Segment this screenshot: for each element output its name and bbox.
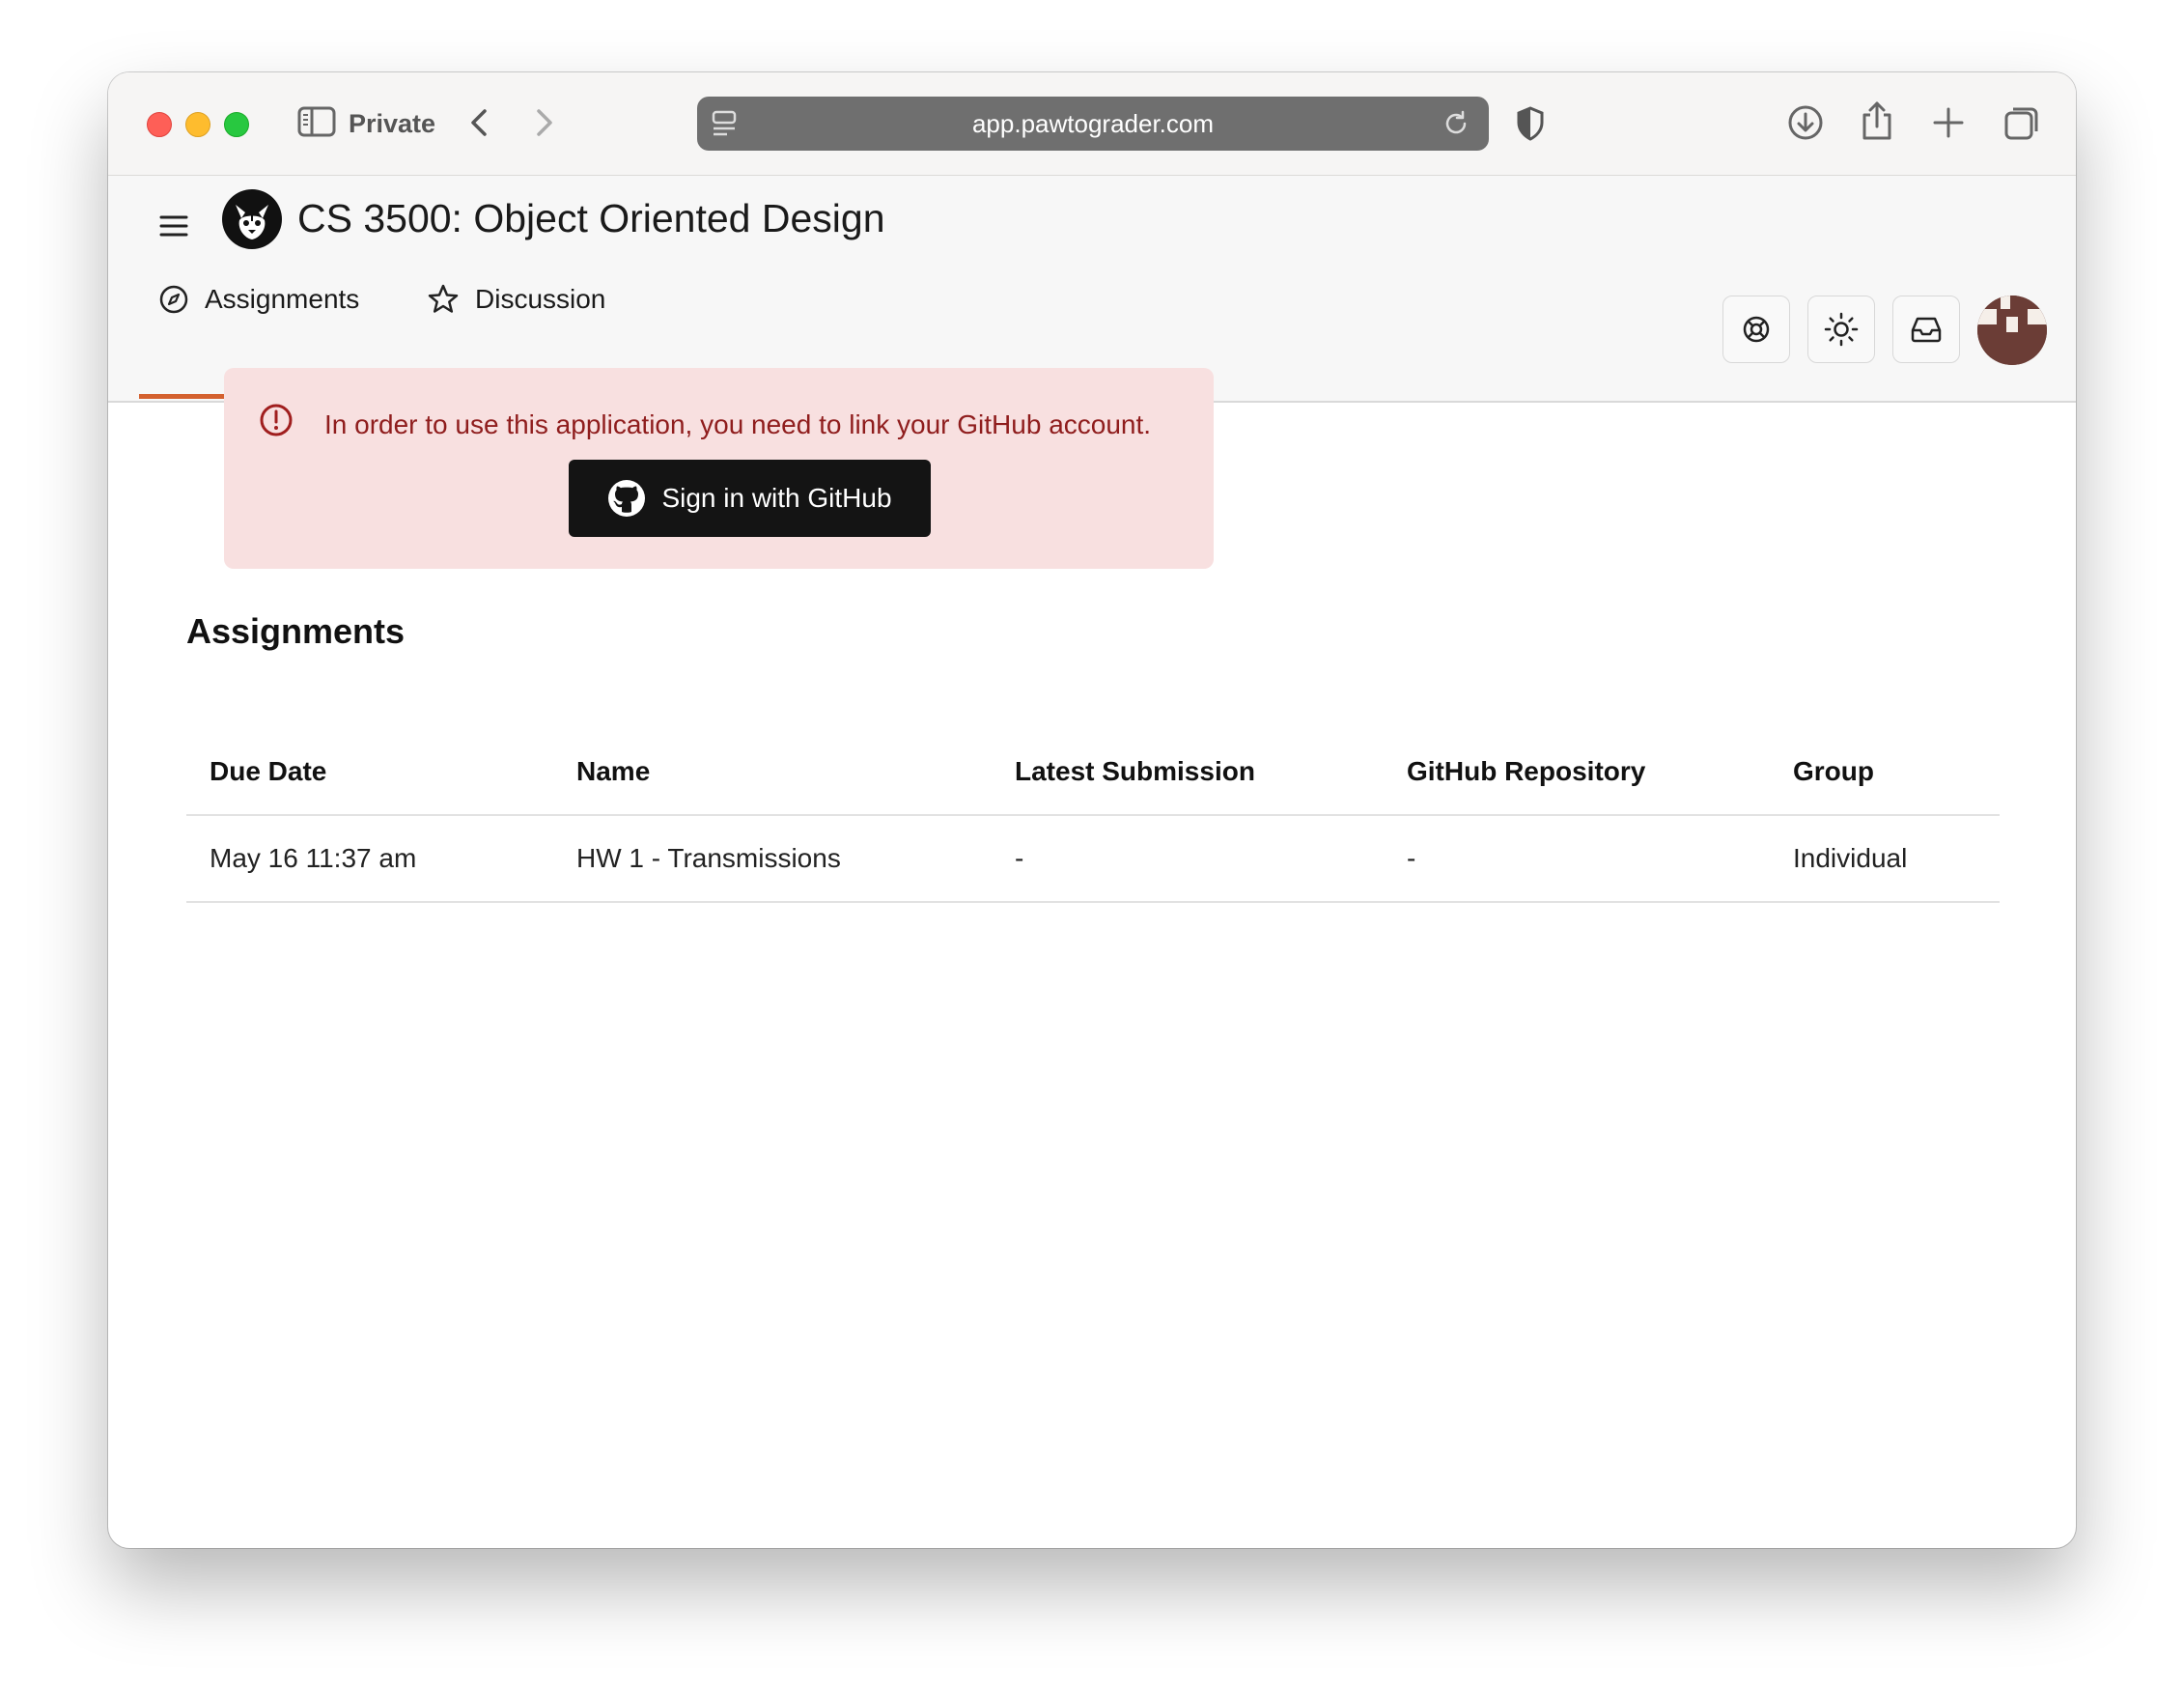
sign-in-with-github-button[interactable]: Sign in with GitHub <box>569 460 931 537</box>
github-repository-cell: - <box>1384 815 1770 903</box>
forward-icon[interactable] <box>533 107 556 138</box>
compass-icon <box>159 285 188 314</box>
sign-in-with-github-label: Sign in with GitHub <box>661 483 892 513</box>
tab-assignments-label: Assignments <box>205 284 360 314</box>
user-avatar[interactable] <box>1977 296 2047 365</box>
group-cell: Individual <box>1770 815 2000 903</box>
downloads-icon[interactable] <box>1786 103 1825 142</box>
menu-icon[interactable] <box>158 212 189 244</box>
tab-discussion[interactable]: Discussion <box>427 270 605 328</box>
privacy-shield-icon[interactable] <box>1515 105 1546 142</box>
reload-icon[interactable] <box>1441 108 1471 139</box>
back-icon[interactable] <box>467 107 490 138</box>
column-header-name[interactable]: Name <box>553 729 992 816</box>
column-header-group[interactable]: Group <box>1770 729 2000 816</box>
github-link-alert: In order to use this application, you ne… <box>224 368 1214 569</box>
assignments-heading: Assignments <box>186 611 406 651</box>
url-text: app.pawtograder.com <box>971 109 1215 138</box>
zoom-window-button[interactable] <box>224 112 249 137</box>
column-header-latest-submission[interactable]: Latest Submission <box>992 729 1384 816</box>
private-browsing-label: Private <box>349 109 436 138</box>
tab-assignments[interactable]: Assignments <box>158 270 359 328</box>
assignments-table: Due Date Name Latest Submission GitHub R… <box>186 729 2000 903</box>
share-icon[interactable] <box>1860 99 1894 142</box>
sun-icon <box>1824 312 1859 347</box>
star-icon <box>428 284 459 313</box>
tab-overview-icon[interactable] <box>2002 103 2041 142</box>
github-icon <box>608 480 646 517</box>
tab-discussion-label: Discussion <box>475 284 606 314</box>
browser-window: Private app.pawtograder.com CS 3500: Obj… <box>108 72 2076 1548</box>
new-tab-icon[interactable] <box>1931 105 1966 140</box>
life-buoy-icon <box>1743 316 1770 343</box>
theme-toggle-button[interactable] <box>1807 296 1875 363</box>
address-bar[interactable]: app.pawtograder.com <box>697 97 1489 151</box>
table-row[interactable]: May 16 11:37 am HW 1 - Transmissions - -… <box>186 815 2000 903</box>
close-window-button[interactable] <box>147 112 172 137</box>
pawtograder-logo <box>222 189 282 249</box>
sidebar-toggle-icon[interactable] <box>297 105 336 138</box>
assignment-name-link[interactable]: HW 1 - Transmissions <box>553 815 992 903</box>
course-title: CS 3500: Object Oriented Design <box>297 196 885 240</box>
table-header-row: Due Date Name Latest Submission GitHub R… <box>186 729 2000 816</box>
inbox-icon <box>1911 317 1942 343</box>
help-button[interactable] <box>1722 296 1790 363</box>
browser-toolbar: Private app.pawtograder.com <box>108 72 2076 176</box>
warning-circle-icon <box>257 401 295 444</box>
column-header-github-repository[interactable]: GitHub Repository <box>1384 729 1770 816</box>
alert-message: In order to use this application, you ne… <box>324 409 1152 439</box>
inbox-button[interactable] <box>1892 296 1960 363</box>
minimize-window-button[interactable] <box>185 112 210 137</box>
column-header-due-date[interactable]: Due Date <box>186 729 553 816</box>
due-date-cell: May 16 11:37 am <box>186 815 553 903</box>
latest-submission-cell: - <box>992 815 1384 903</box>
